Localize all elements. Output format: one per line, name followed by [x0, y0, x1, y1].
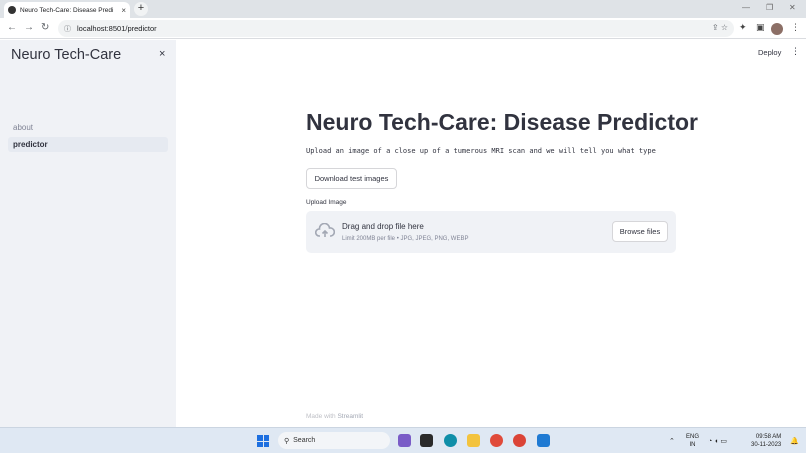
- browse-files-button[interactable]: Browse files: [612, 221, 668, 242]
- deploy-button[interactable]: Deploy: [758, 48, 781, 57]
- sidebar-title: Neuro Tech-Care: [11, 47, 122, 63]
- tab-close-icon[interactable]: ×: [121, 6, 126, 15]
- taskbar: ⚲ Search ⌃ ENG IN ◔ ◖ ▭ 09:58 AM 30-11-2…: [0, 427, 806, 453]
- chrome-icon[interactable]: [490, 434, 503, 447]
- system-clock[interactable]: 09:58 AM 30-11-2023: [751, 433, 781, 449]
- clock-date: 30-11-2023: [751, 442, 782, 448]
- dropzone-subtitle: Limit 200MB per file • JPG, JPEG, PNG, W…: [342, 236, 469, 242]
- browser-titlebar: Neuro Tech-Care: Disease Predi × + — ❐ ✕: [0, 0, 806, 18]
- search-icon: ⚲: [284, 437, 290, 445]
- chevron-up-icon[interactable]: ⌃: [669, 437, 675, 445]
- download-test-images-button[interactable]: Download test images: [306, 168, 397, 189]
- extensions-icon[interactable]: ✦: [739, 22, 747, 33]
- cloud-upload-icon: [315, 223, 335, 237]
- sidebar-item-predictor[interactable]: predictor: [8, 137, 168, 152]
- sidebar-close-icon[interactable]: ×: [159, 48, 165, 60]
- browser-tab[interactable]: Neuro Tech-Care: Disease Predi ×: [4, 2, 130, 18]
- new-tab-button[interactable]: +: [134, 2, 148, 16]
- page-description: Upload an image of a close up of a tumer…: [306, 147, 656, 155]
- windows-start-icon[interactable]: [257, 435, 269, 447]
- lang-region: IN: [689, 442, 696, 448]
- language-indicator[interactable]: ENG IN: [686, 433, 699, 449]
- streamlit-favicon-icon: [8, 6, 16, 14]
- address-bar[interactable]: ⓘ localhost:8501/predictor ⇪ ☆: [58, 20, 734, 37]
- main-menu-icon[interactable]: ⋮: [791, 46, 800, 57]
- file-dropzone[interactable]: Drag and drop file here Limit 200MB per …: [306, 211, 676, 253]
- side-panel-icon[interactable]: ▣: [756, 22, 765, 33]
- maximize-icon[interactable]: ❐: [766, 3, 773, 12]
- tab-title: Neuro Tech-Care: Disease Predi: [20, 6, 114, 14]
- wifi-volume-battery-icons[interactable]: ◔ ◖ ▭: [708, 437, 727, 445]
- taskbar-search-label: Search: [293, 437, 316, 444]
- copilot-icon[interactable]: [398, 434, 411, 447]
- dropzone-title: Drag and drop file here: [342, 222, 424, 231]
- back-icon[interactable]: ←: [7, 22, 17, 33]
- url-text[interactable]: localhost:8501/predictor: [77, 24, 157, 33]
- window-close-icon[interactable]: ✕: [789, 3, 796, 12]
- sidebar-item-about[interactable]: about: [8, 120, 168, 135]
- reload-icon[interactable]: ↻: [41, 22, 49, 33]
- minimize-icon[interactable]: —: [742, 3, 750, 12]
- browser-navbar: ← → ↻ ⓘ localhost:8501/predictor ⇪ ☆ ✦ ▣…: [0, 18, 806, 39]
- profile-avatar[interactable]: [771, 23, 783, 35]
- streamlit-link[interactable]: Streamlit: [337, 413, 363, 420]
- task-view-icon[interactable]: [420, 434, 433, 447]
- taskbar-search[interactable]: ⚲ Search: [278, 432, 390, 449]
- browser-menu-icon[interactable]: ⋮: [791, 22, 800, 33]
- lang-code: ENG: [686, 434, 700, 440]
- edge-icon[interactable]: [444, 434, 457, 447]
- upload-label: Upload Image: [306, 199, 347, 206]
- chrome-active-icon[interactable]: [513, 434, 526, 447]
- footer-made-with: Made with: [306, 413, 336, 420]
- clock-time: 09:58 AM: [755, 434, 782, 440]
- site-info-icon[interactable]: ⓘ: [64, 24, 71, 34]
- footer: Made with Streamlit: [306, 413, 363, 420]
- share-and-bookmark-icons[interactable]: ⇪ ☆: [712, 23, 728, 32]
- sidebar: Neuro Tech-Care × about predictor: [0, 40, 176, 427]
- forward-icon[interactable]: →: [24, 22, 34, 33]
- page-title: Neuro Tech-Care: Disease Predictor: [306, 109, 698, 135]
- vscode-icon[interactable]: [537, 434, 550, 447]
- notification-bell-icon[interactable]: 🔔: [790, 437, 799, 445]
- file-explorer-icon[interactable]: [467, 434, 480, 447]
